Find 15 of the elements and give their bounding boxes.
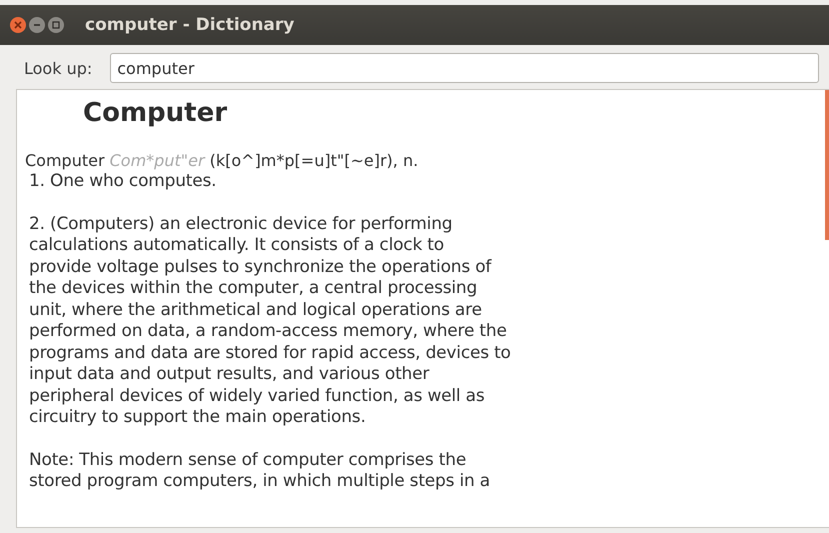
- definition-paragraph: 2. (Computers) an electronic device for performing calculations automatically. It consists of a clock to provide voltage pulses to synchronize the operations of the devices within the computer, a central processing unit, where the arithmetical and logical operations are performed on data, a random-access memory, where the programs and data are stored for rapid access, devices to input data and output results, and various other peripheral devices of widely varied function, as well as circuitry to support the main operations.: [29, 214, 512, 428]
- definition-paragraph: 1. One who computes.: [29, 171, 218, 192]
- close-button[interactable]: [10, 17, 26, 33]
- window-title: computer - Dictionary: [85, 15, 294, 35]
- maximize-icon: [52, 21, 60, 29]
- maximize-button[interactable]: [48, 17, 64, 33]
- minimize-button[interactable]: [29, 17, 45, 33]
- entry-heading: Computer: [83, 98, 228, 128]
- pronunciation-line: Computer Com*put"er (k[o^]m*p[=u]t"[~e]r), n.: [25, 150, 420, 171]
- look-up-label: Look up:: [24, 58, 92, 78]
- look-up-field[interactable]: computer: [110, 53, 819, 83]
- scrollbar-thumb[interactable]: [825, 90, 829, 240]
- close-icon: [14, 21, 22, 29]
- definition-paragraph: Note: This modern sense of computer comprises the stored program computers, in which multiple steps in a: [29, 450, 492, 492]
- minimize-icon: [33, 21, 41, 29]
